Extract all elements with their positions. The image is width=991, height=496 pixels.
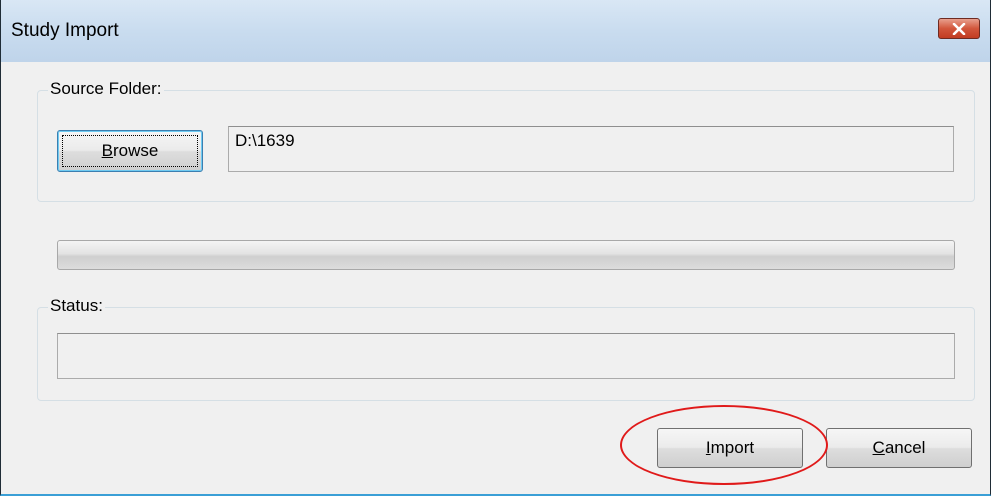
close-icon — [952, 22, 966, 35]
status-field — [57, 333, 955, 379]
close-button[interactable] — [938, 18, 980, 39]
highlight-ellipse-annotation — [620, 405, 828, 485]
source-folder-label: Source Folder: — [48, 79, 164, 99]
focus-ring — [62, 135, 198, 167]
status-label: Status: — [48, 296, 105, 316]
window-title: Study Import — [11, 20, 119, 41]
source-folder-path: D:\1639 — [235, 131, 295, 150]
title-bar[interactable]: Study Import — [1, 0, 990, 62]
cancel-button[interactable]: Cancel — [826, 428, 972, 468]
browse-button[interactable]: Browse — [57, 130, 203, 172]
source-folder-path-field[interactable]: D:\1639 — [228, 126, 954, 172]
import-progress-bar — [57, 240, 955, 270]
cancel-button-label: Cancel — [872, 438, 926, 457]
